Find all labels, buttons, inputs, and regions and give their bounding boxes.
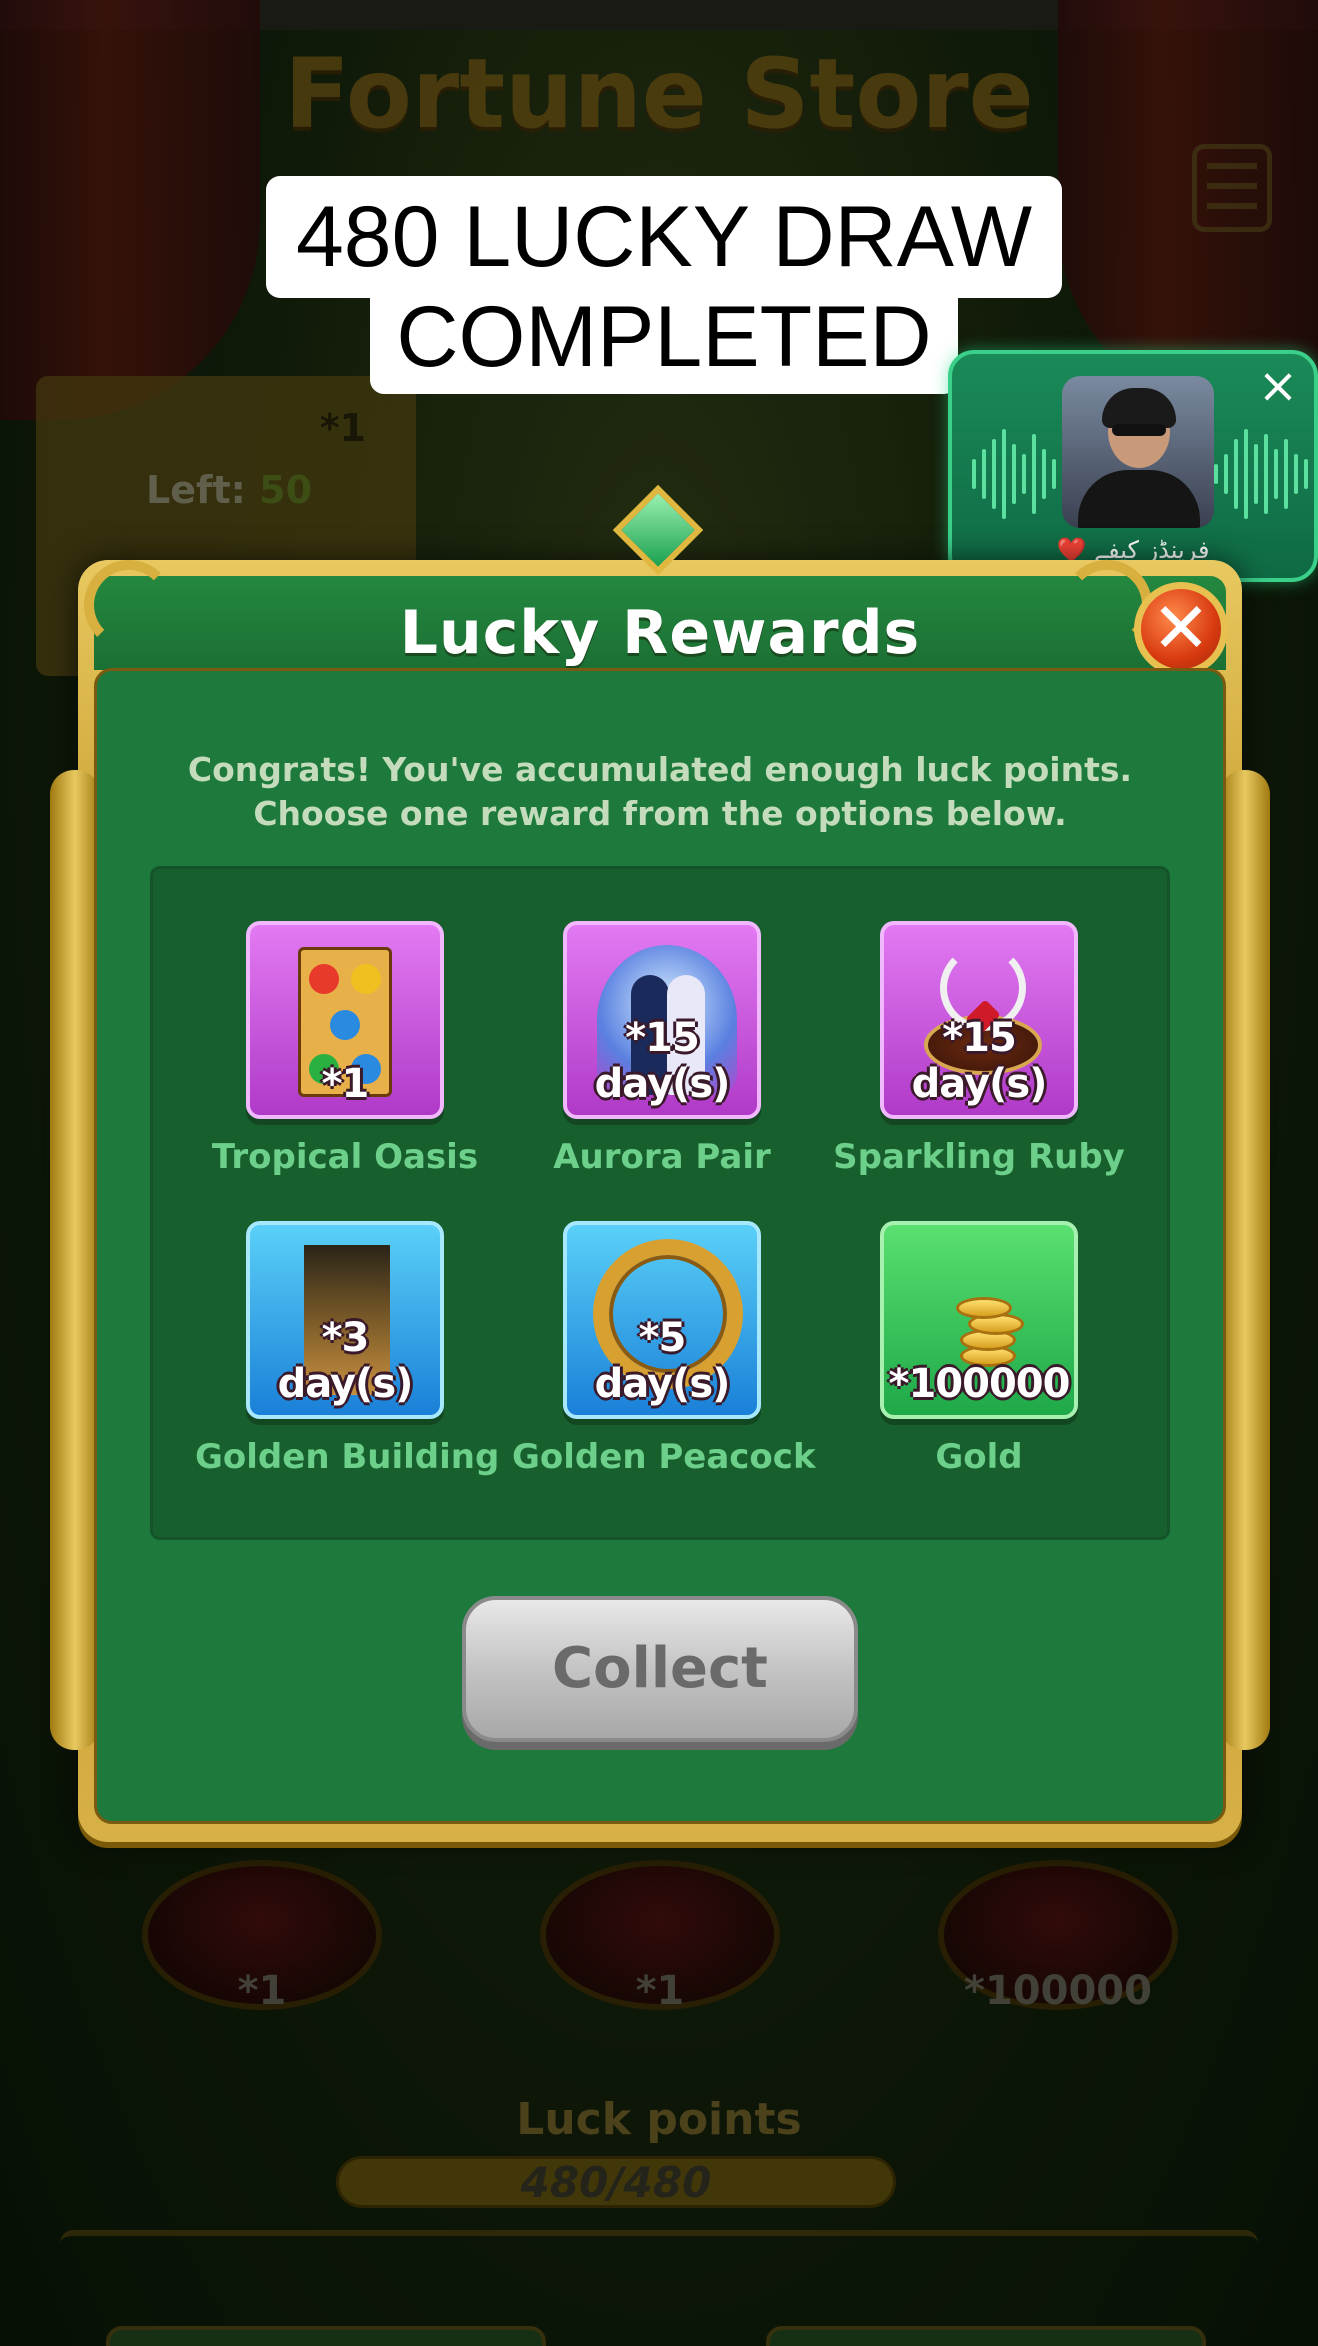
reward-tile[interactable]: *3 day(s) <box>246 1221 444 1419</box>
reward-name: Golden Building <box>195 1437 500 1477</box>
reward-option-gold[interactable]: *100000 Gold <box>829 1221 1129 1477</box>
reward-option-tropical-oasis[interactable]: *1 Tropical Oasis <box>195 921 495 1177</box>
reward-quantity: *15 day(s) <box>911 1015 1048 1107</box>
caption-line-2: COMPLETED <box>370 282 958 394</box>
reward-name: Golden Peacock <box>512 1437 816 1477</box>
frame-ornament <box>1220 770 1270 1750</box>
dialog-title: Lucky Rewards <box>399 598 921 668</box>
reward-option-aurora-pair[interactable]: *15 day(s) Aurora Pair <box>512 921 812 1177</box>
reward-tile[interactable]: *15 day(s) <box>880 921 1078 1119</box>
reward-name: Sparkling Ruby <box>833 1137 1125 1177</box>
reward-tile[interactable]: *100000 <box>880 1221 1078 1419</box>
reward-name: Aurora Pair <box>553 1137 771 1177</box>
rewards-grid: *1 Tropical Oasis *15 day(s) Aurora Pair… <box>150 866 1170 1540</box>
close-icon[interactable]: × <box>1256 362 1300 410</box>
lucky-rewards-dialog: Lucky Rewards ✕ Congrats! You've accumul… <box>50 484 1270 1842</box>
reward-tile[interactable]: *5 day(s) <box>563 1221 761 1419</box>
reward-quantity: *100000 <box>888 1361 1071 1407</box>
avatar[interactable] <box>1062 376 1214 528</box>
audio-wave-icon <box>1214 424 1308 524</box>
close-button[interactable]: ✕ <box>1134 582 1228 676</box>
audio-wave-icon <box>972 424 1066 524</box>
reward-description: Congrats! You've accumulated enough luck… <box>187 750 1133 833</box>
collect-button[interactable]: Collect <box>462 1596 858 1742</box>
reward-quantity: *5 day(s) <box>594 1315 731 1407</box>
reward-quantity: *15 day(s) <box>594 1015 731 1107</box>
caption-line-1: 480 LUCKY DRAW <box>266 176 1062 298</box>
voice-chat-widget[interactable]: × ❤️ فرینڈز کیفے <box>948 350 1318 582</box>
reward-name: Tropical Oasis <box>211 1137 479 1177</box>
reward-option-golden-building[interactable]: *3 day(s) Golden Building <box>195 1221 500 1477</box>
reward-quantity: *3 day(s) <box>277 1315 414 1407</box>
frame-ornament <box>50 770 100 1750</box>
reward-option-golden-peacock[interactable]: *5 day(s) Golden Peacock <box>512 1221 816 1477</box>
reward-option-sparkling-ruby[interactable]: *15 day(s) Sparkling Ruby <box>829 921 1129 1177</box>
reward-tile[interactable]: *15 day(s) <box>563 921 761 1119</box>
reward-quantity: *1 <box>321 1061 370 1107</box>
reward-name: Gold <box>935 1437 1023 1477</box>
reward-tile[interactable]: *1 <box>246 921 444 1119</box>
